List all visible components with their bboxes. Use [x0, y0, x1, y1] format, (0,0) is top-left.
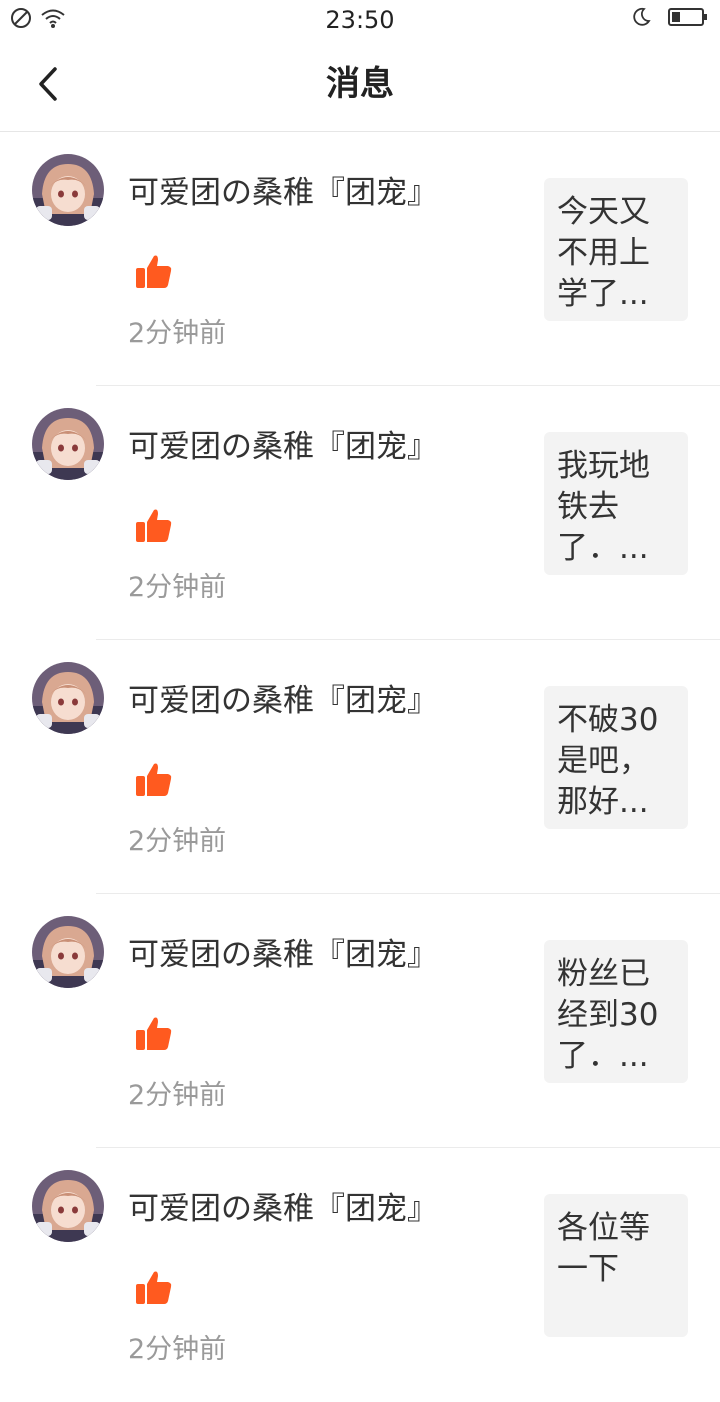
username[interactable]: 可爱团の桑稚『团宠』: [128, 1188, 438, 1230]
list-item[interactable]: 可爱团の桑稚『团宠』 2分钟前 粉丝已经到30了．...: [0, 894, 720, 1148]
avatar[interactable]: [32, 916, 104, 988]
post-preview[interactable]: 我玩地铁去了．...: [544, 432, 688, 575]
battery-icon: [668, 7, 708, 31]
post-preview[interactable]: 不破30是吧，那好...: [544, 686, 688, 829]
time-ago: 2分钟前: [128, 1080, 227, 1111]
thumbs-up-icon: [136, 763, 172, 796]
list-item[interactable]: 可爱团の桑稚『团宠』 2分钟前 不破30是吧，那好...: [0, 640, 720, 894]
list-item[interactable]: 可爱团の桑稚『团宠』 2分钟前 各位等一下: [0, 1148, 720, 1402]
thumbs-up-icon: [136, 255, 172, 288]
post-preview-text: 今天又不用上学了...: [557, 194, 650, 312]
thumbs-up-icon: [136, 509, 172, 542]
status-bar: 23:50: [0, 0, 720, 40]
avatar[interactable]: [32, 662, 104, 734]
post-preview-text: 粉丝已经到30了．...: [557, 956, 659, 1074]
time-ago: 2分钟前: [128, 318, 227, 349]
thumbs-up-icon: [136, 1271, 172, 1304]
avatar[interactable]: [32, 408, 104, 480]
nav-header: 消息: [0, 40, 720, 132]
list-item[interactable]: 可爱团の桑稚『团宠』 2分钟前 今天又不用上学了...: [0, 132, 720, 386]
moon-icon: [630, 6, 652, 32]
status-time: 23:50: [325, 6, 395, 34]
thumbs-up-icon: [136, 1017, 172, 1050]
message-list: 可爱团の桑稚『团宠』 2分钟前 今天又不用上学了... 可爱团の桑稚『团宠』 2…: [0, 132, 720, 1402]
post-preview-text: 不破30是吧，那好...: [557, 702, 659, 820]
username[interactable]: 可爱团の桑稚『团宠』: [128, 426, 438, 468]
username[interactable]: 可爱团の桑稚『团宠』: [128, 680, 438, 722]
status-right: [630, 6, 708, 32]
time-ago: 2分钟前: [128, 1334, 227, 1365]
post-preview[interactable]: 今天又不用上学了...: [544, 178, 688, 321]
page-title: 消息: [326, 64, 394, 104]
avatar[interactable]: [32, 154, 104, 226]
username[interactable]: 可爱团の桑稚『团宠』: [128, 172, 438, 214]
post-preview[interactable]: 粉丝已经到30了．...: [544, 940, 688, 1083]
time-ago: 2分钟前: [128, 826, 227, 857]
post-preview-text: 各位等一下: [557, 1210, 650, 1287]
list-item[interactable]: 可爱团の桑稚『团宠』 2分钟前 我玩地铁去了．...: [0, 386, 720, 640]
post-preview-text: 我玩地铁去了．...: [557, 448, 650, 566]
post-preview[interactable]: 各位等一下: [544, 1194, 688, 1337]
time-ago: 2分钟前: [128, 572, 227, 603]
username[interactable]: 可爱团の桑稚『团宠』: [128, 934, 438, 976]
avatar[interactable]: [32, 1170, 104, 1242]
